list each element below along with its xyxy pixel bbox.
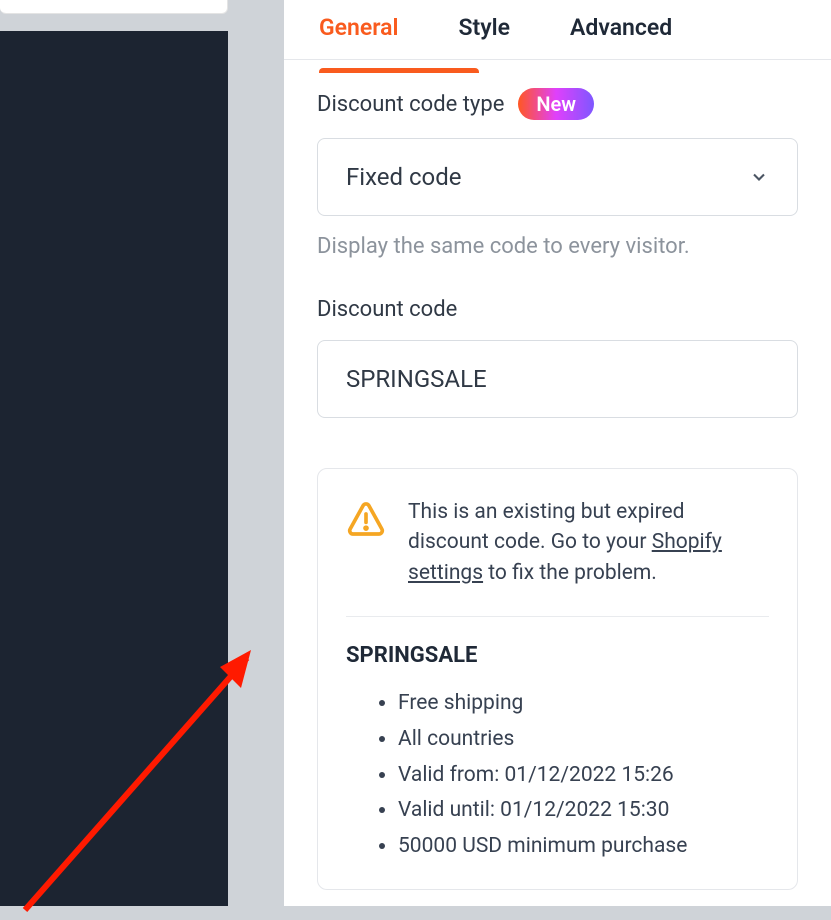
discount-type-label: Discount code type xyxy=(317,92,504,117)
discount-type-select[interactable]: Fixed code xyxy=(317,138,798,216)
chevron-down-icon xyxy=(749,167,769,187)
warning-text: This is an existing but expired discount… xyxy=(408,497,769,588)
discount-type-value: Fixed code xyxy=(346,163,462,191)
general-content: Discount code type New Fixed code Displa… xyxy=(284,60,831,890)
tab-advanced[interactable]: Advanced xyxy=(570,14,672,45)
list-item: All countries xyxy=(398,722,769,758)
tab-general[interactable]: General xyxy=(319,14,399,45)
discount-code-label: Discount code xyxy=(317,297,798,322)
warning-header: This is an existing but expired discount… xyxy=(346,497,769,617)
tab-style[interactable]: Style xyxy=(459,14,511,45)
code-summary-list: Free shipping All countries Valid from: … xyxy=(346,686,769,864)
new-badge: New xyxy=(518,88,594,120)
settings-panel: General Style Advanced Discount code typ… xyxy=(284,0,831,906)
list-item: 50000 USD minimum purchase xyxy=(398,829,769,865)
discount-type-label-row: Discount code type New xyxy=(317,88,798,120)
warning-prefix: This is an existing but expired discount… xyxy=(408,500,685,554)
preview-corner xyxy=(0,0,228,14)
list-item: Valid from: 01/12/2022 15:26 xyxy=(398,758,769,794)
code-summary-title: SPRINGSALE xyxy=(346,643,769,668)
list-item: Valid until: 01/12/2022 15:30 xyxy=(398,793,769,829)
warning-box: This is an existing but expired discount… xyxy=(317,468,798,890)
discount-code-input[interactable] xyxy=(317,340,798,418)
discount-type-helper: Display the same code to every visitor. xyxy=(317,234,798,259)
list-item: Free shipping xyxy=(398,686,769,722)
preview-panel xyxy=(0,0,252,906)
tabs: General Style Advanced xyxy=(284,0,831,60)
warning-suffix: to fix the problem. xyxy=(483,561,657,585)
preview-dark-area xyxy=(0,31,228,906)
warning-icon xyxy=(346,499,386,539)
